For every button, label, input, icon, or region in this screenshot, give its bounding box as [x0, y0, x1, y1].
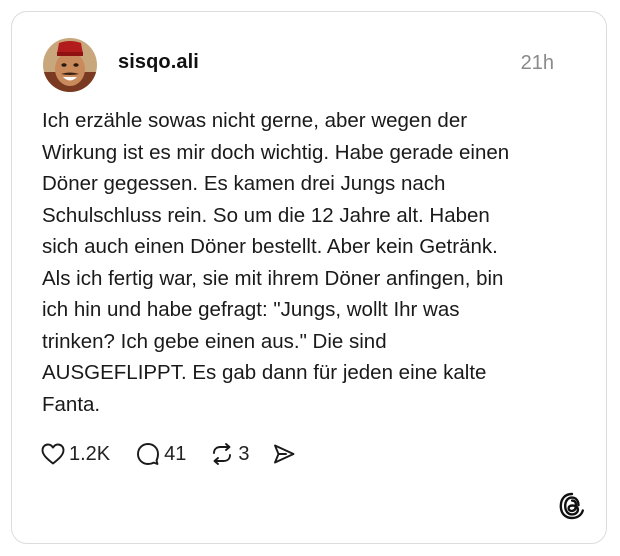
- avatar[interactable]: [43, 38, 97, 92]
- like-button[interactable]: 1.2K: [41, 443, 110, 466]
- like-count: 1.2K: [69, 442, 111, 465]
- post-text: Ich erzähle sowas nicht gerne, aber wege…: [42, 109, 510, 416]
- threads-logo-icon: [559, 492, 585, 520]
- heart-icon: [41, 443, 65, 465]
- repost-button[interactable]: 3: [210, 442, 250, 466]
- reply-button[interactable]: 41: [136, 442, 186, 466]
- username[interactable]: sisqo.ali: [118, 51, 199, 74]
- speech-bubble-icon: [137, 443, 160, 465]
- paper-plane-icon: [273, 444, 294, 464]
- avatar-image: [43, 38, 97, 92]
- reply-count: 41: [164, 442, 187, 465]
- share-button[interactable]: [272, 443, 296, 465]
- post-card: sisqo.ali 21h Ich erzähle sowas nicht ge…: [11, 11, 607, 544]
- repost-arrows-icon: [213, 443, 232, 465]
- post-timestamp: 21h: [520, 52, 554, 74]
- action-bar: 1.2K 41 3: [41, 440, 296, 468]
- repost-count: 3: [238, 442, 250, 465]
